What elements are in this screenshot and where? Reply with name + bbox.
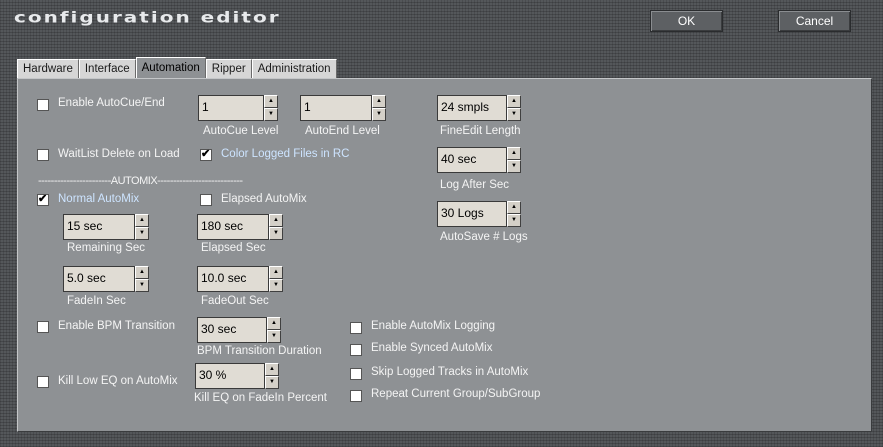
autoend-level-value[interactable]: 1 xyxy=(300,95,372,121)
spin-up-icon[interactable]: ▲ xyxy=(269,214,283,227)
bpm-duration-spinner[interactable]: 30 sec ▲ ▼ xyxy=(197,317,281,343)
tab-ripper[interactable]: Ripper xyxy=(205,59,252,78)
tab-administration[interactable]: Administration xyxy=(251,59,337,78)
log-after-sec-spinner[interactable]: 40 sec ▲ ▼ xyxy=(437,147,521,173)
spin-down-icon[interactable]: ▼ xyxy=(269,279,283,292)
fadeout-sec-spinner[interactable]: 10.0 sec ▲ ▼ xyxy=(197,266,283,292)
spin-down-icon[interactable]: ▼ xyxy=(507,160,521,173)
enable-bpm-label: Enable BPM Transition xyxy=(58,320,175,332)
color-logged-checkbox[interactable] xyxy=(200,147,212,161)
bpm-duration-label: BPM Transition Duration xyxy=(197,345,322,357)
spin-up-icon[interactable]: ▲ xyxy=(265,363,279,376)
spin-down-icon[interactable]: ▼ xyxy=(265,376,279,389)
spin-up-icon[interactable]: ▲ xyxy=(264,95,278,108)
spin-up-icon[interactable]: ▲ xyxy=(372,95,386,108)
normal-automix-checkbox[interactable] xyxy=(37,192,49,206)
spin-down-icon[interactable]: ▼ xyxy=(267,330,281,343)
tab-interface[interactable]: Interface xyxy=(78,59,136,78)
autosave-logs-value[interactable]: 30 Logs xyxy=(437,201,507,227)
spin-up-icon[interactable]: ▲ xyxy=(267,317,281,330)
tab-automation[interactable]: Automation xyxy=(135,57,206,78)
log-after-sec-label: Log After Sec xyxy=(440,179,510,191)
autocue-level-label: AutoCue Level xyxy=(203,125,279,137)
bpm-duration-value[interactable]: 30 sec xyxy=(197,317,267,343)
elapsed-sec-value[interactable]: 180 sec xyxy=(197,214,269,240)
spin-up-icon[interactable]: ▲ xyxy=(135,214,149,227)
enable-bpm-checkbox[interactable] xyxy=(37,321,49,333)
waitlist-delete-checkbox[interactable] xyxy=(37,149,49,161)
repeat-group-label: Repeat Current Group/SubGroup xyxy=(371,388,541,400)
spin-down-icon[interactable]: ▼ xyxy=(135,227,149,240)
kill-eq-percent-label: Kill EQ on FadeIn Percent xyxy=(194,392,327,404)
spin-down-icon[interactable]: ▼ xyxy=(507,108,521,121)
spin-up-icon[interactable]: ▲ xyxy=(507,95,521,108)
spin-down-icon[interactable]: ▼ xyxy=(264,108,278,121)
enable-autocue-end-checkbox[interactable] xyxy=(37,99,49,111)
fineedit-length-value[interactable]: 24 smpls xyxy=(437,95,507,121)
cancel-button[interactable]: Cancel xyxy=(778,10,851,32)
autoend-level-label: AutoEnd Level xyxy=(305,125,380,137)
fadein-sec-spinner[interactable]: 5.0 sec ▲ ▼ xyxy=(63,266,149,292)
remaining-sec-spinner[interactable]: 15 sec ▲ ▼ xyxy=(63,214,149,240)
enable-automix-logging-label: Enable AutoMix Logging xyxy=(371,320,496,332)
spin-up-icon[interactable]: ▲ xyxy=(507,201,521,214)
spin-up-icon[interactable]: ▲ xyxy=(507,147,521,160)
skip-logged-label: Skip Logged Tracks in AutoMix xyxy=(371,366,529,378)
autosave-logs-label: AutoSave # Logs xyxy=(440,231,528,243)
fadeout-sec-label: FadeOut Sec xyxy=(201,295,269,307)
enable-synced-automix-label: Enable Synced AutoMix xyxy=(371,342,493,354)
fineedit-length-spinner[interactable]: 24 smpls ▲ ▼ xyxy=(437,95,521,121)
autocue-level-value[interactable]: 1 xyxy=(198,95,264,121)
fadeout-sec-value[interactable]: 10.0 sec xyxy=(197,266,269,292)
spin-down-icon[interactable]: ▼ xyxy=(372,108,386,121)
color-logged-label: Color Logged Files in RC xyxy=(221,148,350,160)
remaining-sec-value[interactable]: 15 sec xyxy=(63,214,135,240)
elapsed-automix-checkbox[interactable] xyxy=(200,194,212,206)
spin-down-icon[interactable]: ▼ xyxy=(135,279,149,292)
elapsed-automix-label: Elapsed AutoMix xyxy=(221,193,307,205)
spin-up-icon[interactable]: ▲ xyxy=(135,266,149,279)
repeat-group-checkbox[interactable] xyxy=(350,390,362,402)
kill-low-eq-checkbox[interactable] xyxy=(37,376,49,388)
log-after-sec-value[interactable]: 40 sec xyxy=(437,147,507,173)
configuration-editor-window: configuration editor OK Cancel Hardware … xyxy=(0,0,883,447)
autocue-level-spinner[interactable]: 1 ▲ ▼ xyxy=(198,95,278,121)
tab-hardware[interactable]: Hardware xyxy=(17,59,79,78)
elapsed-sec-spinner[interactable]: 180 sec ▲ ▼ xyxy=(197,214,283,240)
autosave-logs-spinner[interactable]: 30 Logs ▲ ▼ xyxy=(437,201,521,227)
kill-eq-percent-value[interactable]: 30 % xyxy=(195,363,265,389)
automation-panel: Enable AutoCue/End 1 ▲ ▼ AutoCue Level 1 … xyxy=(17,78,872,432)
autoend-level-spinner[interactable]: 1 ▲ ▼ xyxy=(300,95,386,121)
spin-down-icon[interactable]: ▼ xyxy=(507,214,521,227)
enable-autocue-end-label: Enable AutoCue/End xyxy=(58,97,165,109)
fineedit-length-label: FineEdit Length xyxy=(440,125,521,137)
enable-automix-logging-checkbox[interactable] xyxy=(350,322,362,334)
automix-separator: -----------------------AUTOMIX----------… xyxy=(38,175,243,187)
skip-logged-checkbox[interactable] xyxy=(350,368,362,380)
waitlist-delete-label: WaitList Delete on Load xyxy=(58,148,180,160)
spin-down-icon[interactable]: ▼ xyxy=(269,227,283,240)
fadein-sec-label: FadeIn Sec xyxy=(67,295,126,307)
kill-low-eq-label: Kill Low EQ on AutoMix xyxy=(58,375,178,387)
remaining-sec-label: Remaining Sec xyxy=(67,242,145,254)
ok-button[interactable]: OK xyxy=(650,10,723,32)
tab-bar: Hardware Interface Automation Ripper Adm… xyxy=(17,57,337,79)
kill-eq-percent-spinner[interactable]: 30 % ▲ ▼ xyxy=(195,363,279,389)
enable-synced-automix-checkbox[interactable] xyxy=(350,344,362,356)
window-title: configuration editor xyxy=(14,8,281,26)
spin-up-icon[interactable]: ▲ xyxy=(269,266,283,279)
fadein-sec-value[interactable]: 5.0 sec xyxy=(63,266,135,292)
elapsed-sec-label: Elapsed Sec xyxy=(201,242,266,254)
normal-automix-label: Normal AutoMix xyxy=(58,193,140,205)
